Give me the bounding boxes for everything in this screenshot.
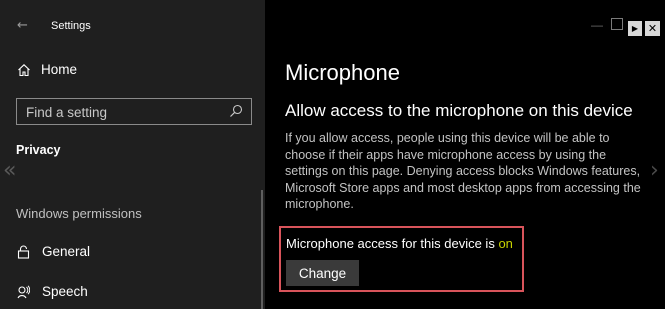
status-prefix: Microphone access for this device is [286,236,499,251]
maximize-icon[interactable] [611,18,623,30]
sidebar-item-home[interactable]: Home [17,62,77,77]
sidebar: ← Settings Home Privacy « Windows permis… [0,0,265,309]
page-title: Microphone [285,60,400,85]
search-icon[interactable] [229,104,243,118]
section-title: Allow access to the microphone on this d… [285,101,633,120]
sidebar-item-general[interactable]: General [17,244,90,259]
search-input[interactable] [26,103,226,121]
status-text: Microphone access for this device is on [286,236,513,251]
home-icon [18,63,30,76]
lock-icon [17,245,30,259]
sidebar-scrollbar[interactable] [261,190,263,309]
back-arrow-icon[interactable]: ← [17,18,28,33]
speech-icon [17,284,30,298]
status-value: on [498,236,513,251]
chevron-right-icon: › [650,158,659,183]
change-button[interactable]: Change [286,260,359,286]
play-icon[interactable]: ▶ [628,21,642,36]
minimize-icon[interactable]: — [591,18,607,32]
sidebar-item-speech[interactable]: Speech [17,284,88,299]
close-icon[interactable]: ✕ [645,21,660,36]
chevron-left-icon: « [3,158,17,183]
section-heading: Privacy [16,143,61,157]
group-header: Windows permissions [16,206,142,221]
description-text: If you allow access, people using this d… [285,131,641,211]
sidebar-item-label: General [42,244,91,259]
settings-window: ← Settings Home Privacy « Windows permis… [0,0,665,309]
sidebar-item-label: Home [41,62,78,77]
sidebar-item-label: Speech [42,284,88,299]
search-box[interactable] [16,98,252,125]
app-title: Settings [51,20,91,32]
